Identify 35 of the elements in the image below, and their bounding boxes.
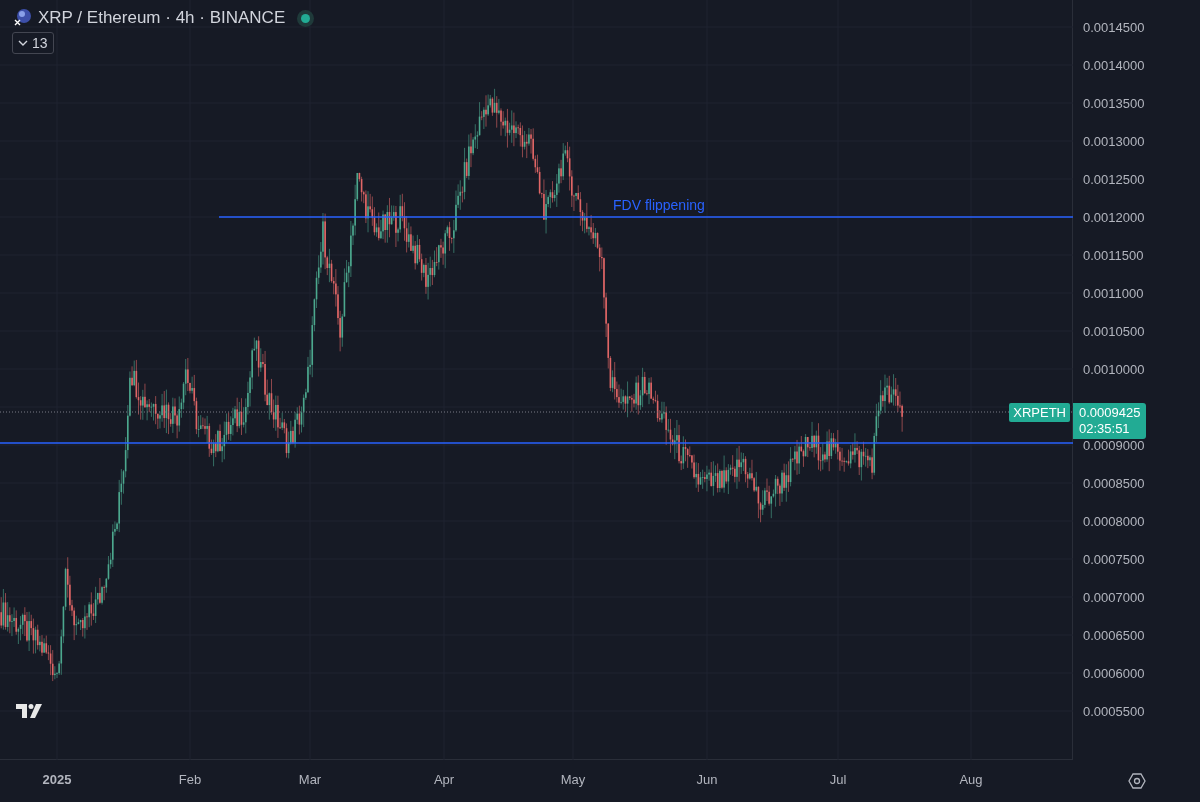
price-tick: 0.0014500 — [1083, 19, 1145, 35]
price-tick: 0.0008000 — [1083, 513, 1145, 529]
settings-icon[interactable] — [1127, 772, 1146, 790]
price-tick: 0.0005500 — [1083, 703, 1145, 719]
price-tick: 0.0007500 — [1083, 551, 1145, 567]
time-tick: Jul — [829, 772, 847, 787]
price-tick: 0.0010000 — [1083, 361, 1145, 377]
price-tick: 0.0009000 — [1083, 437, 1145, 453]
price-tick: 0.0013500 — [1083, 95, 1145, 111]
time-tick: Jun — [696, 772, 718, 787]
chevron-icon — [18, 39, 28, 47]
indicators-toggle[interactable]: 13 — [12, 32, 54, 54]
time-tick: Apr — [433, 772, 455, 787]
time-tick: Mar — [298, 772, 322, 787]
price-tick: 0.0006500 — [1083, 627, 1145, 643]
chart-title: XRP / Ethereum · 4h · BINANCE — [38, 8, 286, 28]
price-tick: 0.0013000 — [1083, 133, 1145, 149]
time-tick: 2025 — [42, 772, 72, 787]
price-tick: 0.0011000 — [1083, 285, 1144, 301]
price-tick: 0.0012000 — [1083, 209, 1145, 225]
price-tick: 0.0010500 — [1083, 323, 1145, 339]
price-tick: 0.0006000 — [1083, 665, 1145, 681]
price-tick: 0.0008500 — [1083, 475, 1145, 491]
price-tick: 0.0014000 — [1083, 57, 1145, 73]
price-tick: 0.0011500 — [1083, 247, 1144, 263]
price-tick: 0.0007000 — [1083, 589, 1145, 605]
logo-icon[interactable] — [16, 704, 42, 718]
symbol-label: XRPETH — [1009, 403, 1070, 422]
last-price-label: 0.0009425 02:35:51 — [1073, 403, 1147, 439]
time-tick: Aug — [959, 772, 983, 787]
time-tick: Feb — [178, 772, 202, 787]
line-label: FDV flippening — [613, 197, 705, 213]
time-tick: May — [560, 772, 586, 787]
coin-icon — [12, 8, 32, 28]
price-tick: 0.0012500 — [1083, 171, 1145, 187]
